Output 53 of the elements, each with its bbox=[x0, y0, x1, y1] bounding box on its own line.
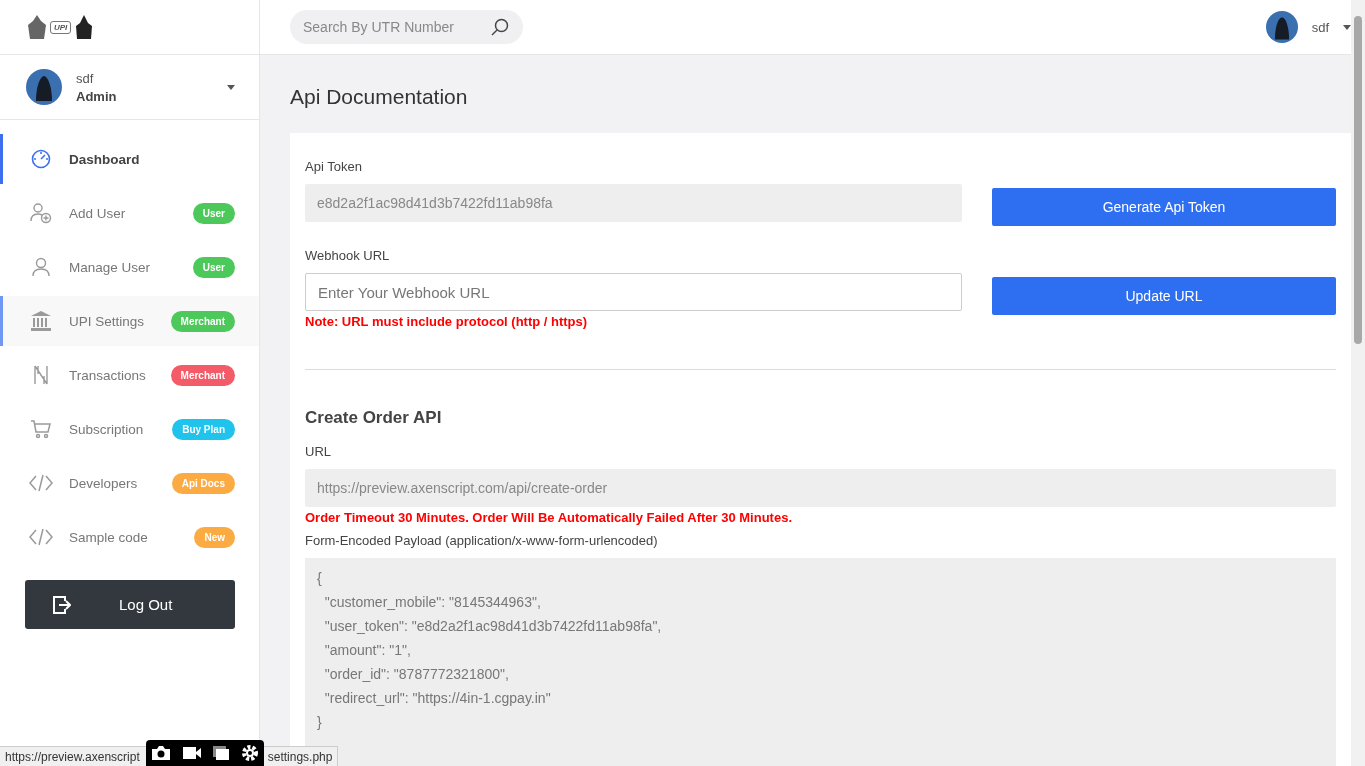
tag: Buy Plan bbox=[172, 418, 235, 440]
sidebar-item[interactable]: Manage User User bbox=[0, 242, 259, 292]
sidebar-item[interactable]: Sample code New bbox=[0, 512, 259, 562]
tag: User bbox=[192, 202, 235, 224]
user-role: Admin bbox=[76, 88, 118, 104]
field-label: Api Token bbox=[305, 159, 363, 174]
sidebar-item[interactable]: Transactions Merchant bbox=[0, 350, 259, 400]
sidebar-item[interactable]: UPI Settings Merchant bbox=[0, 296, 259, 346]
search-field[interactable]: Search By UTR Number bbox=[290, 10, 523, 44]
gauge-icon bbox=[30, 148, 52, 170]
sidebar-item[interactable]: Add User User bbox=[0, 188, 259, 238]
section-title: Create Order API bbox=[305, 408, 443, 428]
generate-token-button[interactable]: Generate Api Token bbox=[992, 188, 1336, 226]
windows-icon[interactable] bbox=[212, 745, 231, 761]
video-icon[interactable] bbox=[181, 746, 202, 760]
user-name: sdf bbox=[76, 70, 95, 86]
sidebar-item[interactable]: Dashboard bbox=[0, 134, 259, 184]
camera-icon[interactable] bbox=[151, 745, 172, 761]
logout-button[interactable]: Log Out bbox=[25, 580, 235, 629]
status-url: settings.php bbox=[267, 750, 333, 764]
bank-icon bbox=[30, 310, 52, 332]
token-field: e8d2a2f1ac98d41d3b7422fd11ab98fa bbox=[305, 184, 962, 222]
add-user-icon bbox=[29, 201, 53, 225]
field-label: Webhook URL bbox=[305, 248, 391, 263]
field-label: URL bbox=[305, 444, 332, 459]
user-icon bbox=[30, 256, 52, 278]
logout-icon bbox=[53, 595, 71, 614]
sidebar-item[interactable]: Developers Api Docs bbox=[0, 458, 259, 508]
page-title: Api Documentation bbox=[290, 85, 469, 109]
code-icon bbox=[29, 527, 53, 547]
tag: New bbox=[194, 526, 235, 548]
header-user-name[interactable]: sdf bbox=[1311, 19, 1329, 35]
tag: Api Docs bbox=[171, 472, 235, 494]
webhook-field[interactable]: Enter Your Webhook URL bbox=[305, 273, 962, 311]
caret-icon[interactable] bbox=[227, 84, 235, 90]
settings-icon[interactable] bbox=[240, 744, 259, 762]
tag: Merchant bbox=[170, 310, 235, 332]
logo-text: UPI bbox=[50, 20, 72, 34]
avatar-icon bbox=[1265, 11, 1298, 43]
search-icon bbox=[491, 18, 509, 36]
field-label: Form-Encoded Payload (application/x-www-form-urlencoded) bbox=[305, 533, 659, 548]
status-url: https://preview.axenscript bbox=[5, 750, 140, 764]
tag: User bbox=[192, 256, 235, 278]
note-text: Note: URL must include protocol (http / https) bbox=[305, 314, 589, 329]
sidebar-item[interactable]: Subscription Buy Plan bbox=[0, 404, 259, 454]
update-url-button[interactable]: Update URL bbox=[992, 277, 1336, 315]
tag: Merchant bbox=[170, 364, 235, 386]
avatar-icon bbox=[26, 69, 62, 105]
url-field: https://preview.axenscript.com/api/create-order bbox=[305, 469, 1336, 507]
scrollbar-thumb[interactable] bbox=[1354, 16, 1362, 344]
code-icon bbox=[29, 473, 53, 493]
warning-text: Order Timeout 30 Minutes. Order Will Be Automatically Failed After 30 Minutes. bbox=[305, 510, 793, 525]
cart-icon bbox=[30, 418, 52, 440]
